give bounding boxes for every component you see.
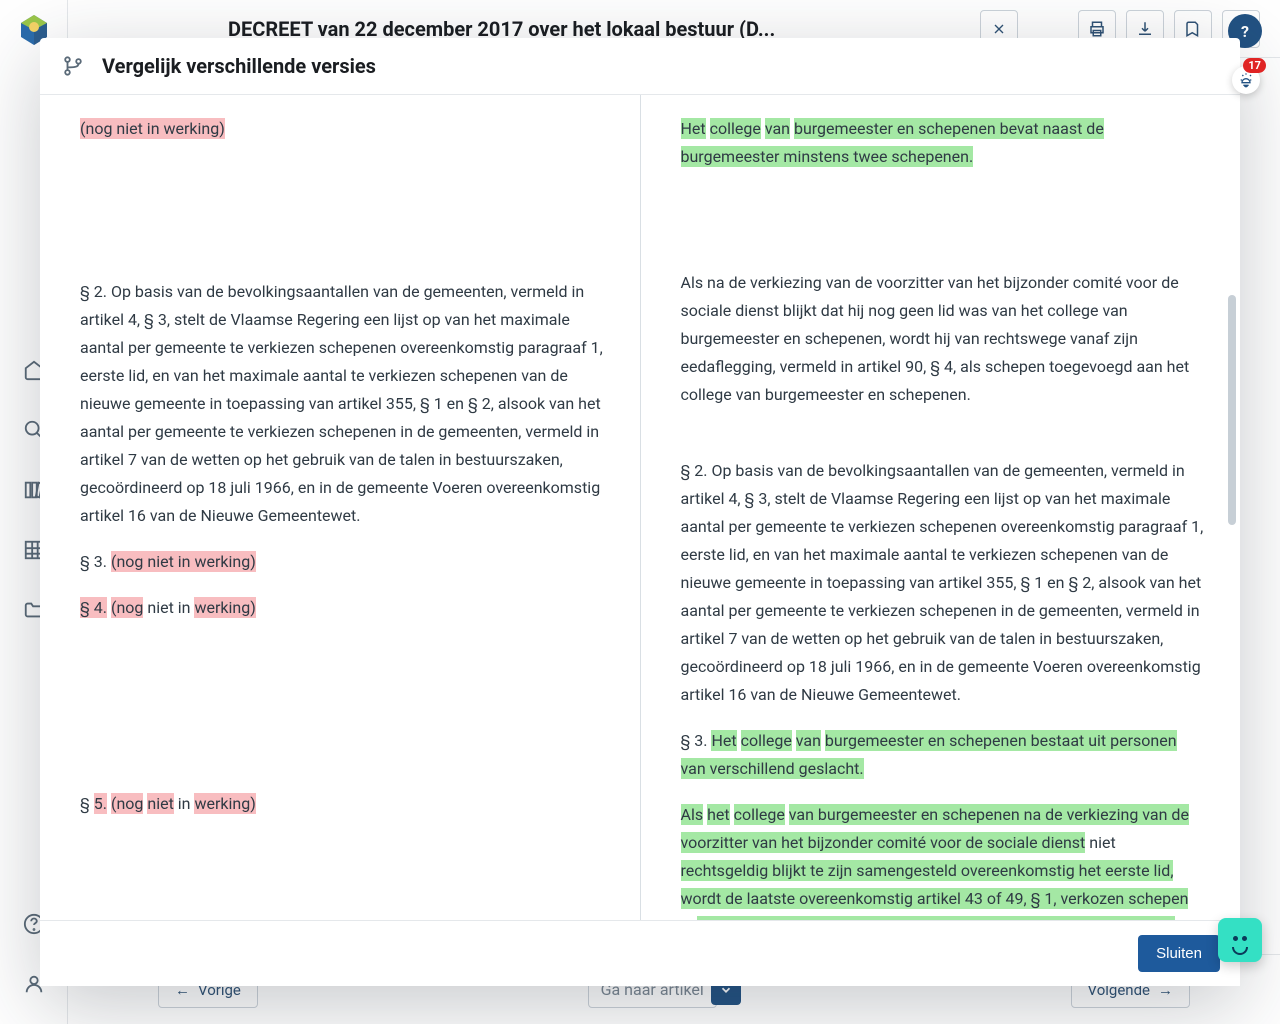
diff-paragraph: § 2. Op basis van de bevolkingsaantallen… <box>681 457 1205 709</box>
left-version-pane: (nog niet in werking) § 2. Op basis van … <box>40 95 640 920</box>
diff-paragraph: Het college van burgemeester en schepene… <box>681 115 1205 171</box>
notifications-button[interactable]: 17 <box>1232 66 1260 94</box>
chatbot-button[interactable] <box>1218 918 1262 962</box>
diff-paragraph: Als na de verkiezing van de voorzitter v… <box>681 269 1205 409</box>
git-branch-icon <box>62 55 84 77</box>
document-title: DECREET van 22 december 2017 over het lo… <box>228 17 775 41</box>
diff-paragraph: § 3. (nog niet in werking) <box>80 548 604 576</box>
compare-versions-modal: Vergelijk verschillende versies (nog nie… <box>40 38 1240 986</box>
modal-body: (nog niet in werking) § 2. Op basis van … <box>40 95 1240 920</box>
scrollbar[interactable] <box>1226 95 1238 920</box>
notification-count: 17 <box>1243 58 1266 73</box>
close-button[interactable]: Sluiten <box>1138 935 1220 972</box>
chatbot-face-icon <box>1231 926 1249 955</box>
modal-footer: Sluiten <box>40 920 1240 986</box>
diff-paragraph: Als het college van burgemeester en sche… <box>681 801 1205 920</box>
diff-paragraph: (nog niet in werking) <box>80 115 604 143</box>
diff-paragraph: § 5. (nog niet in werking) <box>80 790 604 818</box>
diff-paragraph: § 2. Op basis van de bevolkingsaantallen… <box>80 278 604 530</box>
right-version-pane: Het college van burgemeester en schepene… <box>641 95 1241 920</box>
diff-paragraph: § 4. (nog niet in werking) <box>80 594 604 622</box>
modal-title: Vergelijk verschillende versies <box>102 54 376 78</box>
diff-paragraph: § 3. Het college van burgemeester en sch… <box>681 727 1205 783</box>
scrollbar-thumb[interactable] <box>1228 295 1236 525</box>
modal-header: Vergelijk verschillende versies <box>40 38 1240 95</box>
